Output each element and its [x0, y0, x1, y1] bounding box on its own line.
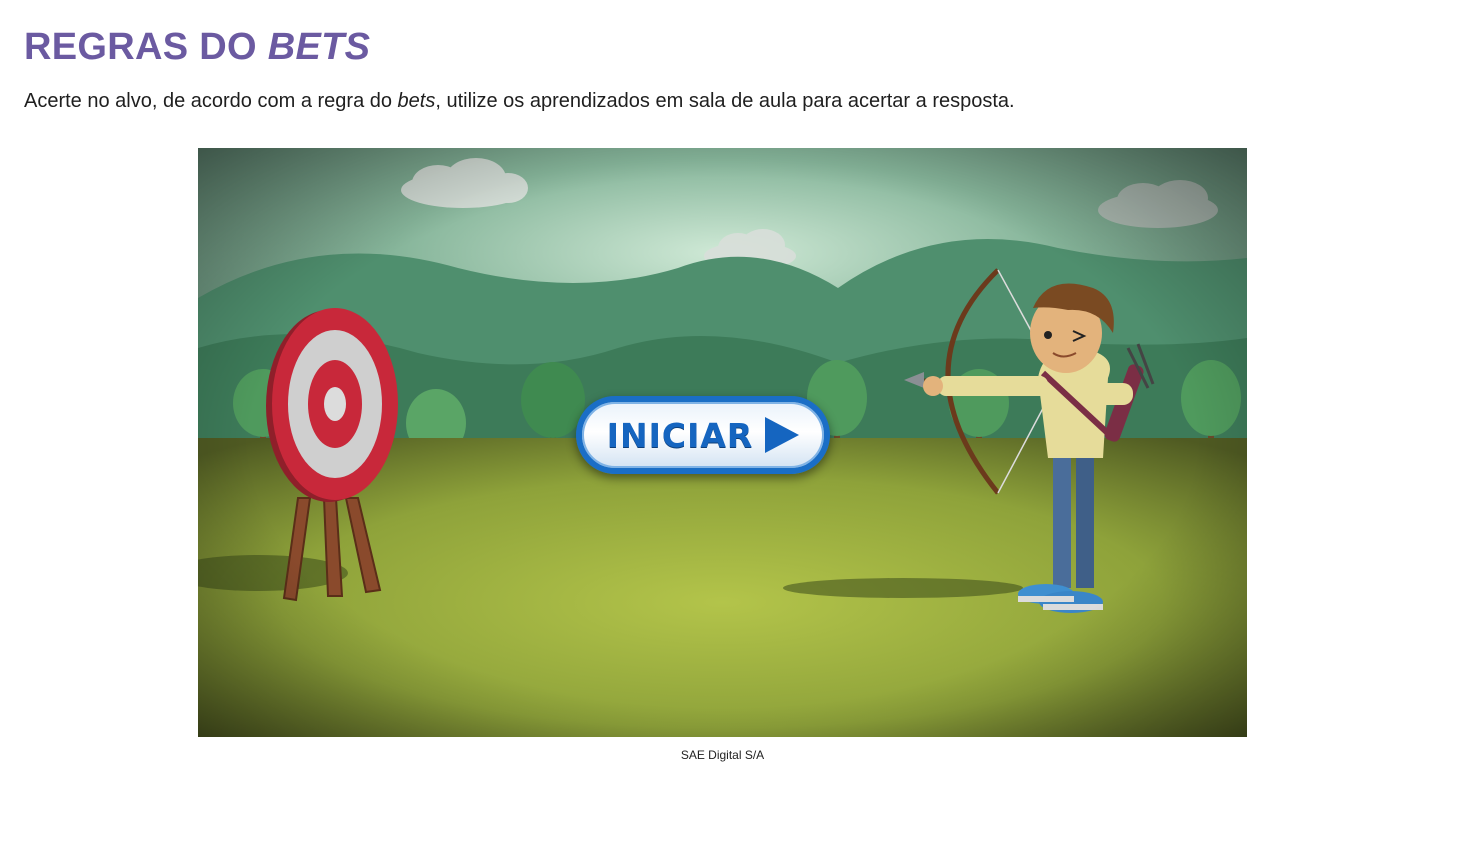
- play-icon: [765, 417, 800, 453]
- game-frame[interactable]: INICIAR: [198, 148, 1247, 737]
- start-button[interactable]: INICIAR: [576, 396, 830, 474]
- intro-before: Acerte no alvo, de acordo com a regra do: [24, 90, 398, 112]
- page-title: REGRAS DO BETS: [24, 26, 370, 69]
- title-main: REGRAS DO: [24, 26, 268, 68]
- intro-emphasis: bets: [397, 90, 436, 112]
- intro-text: Acerte no alvo, de acordo com a regra do…: [24, 90, 1015, 113]
- title-emphasis: BETS: [267, 26, 371, 68]
- start-button-label: INICIAR: [606, 415, 754, 455]
- intro-after: , utilize os aprendizados em sala de aul…: [435, 90, 1015, 112]
- image-credit: SAE Digital S/A: [680, 748, 765, 762]
